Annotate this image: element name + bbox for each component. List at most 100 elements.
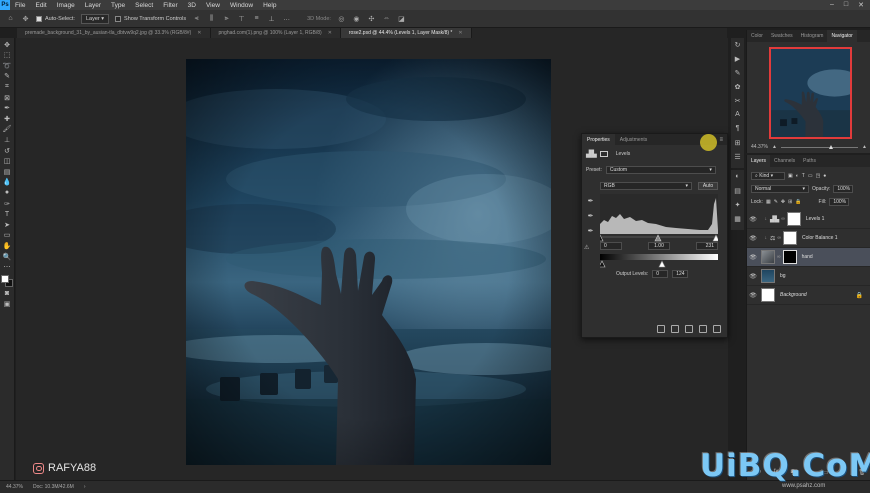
filter-shape-icon[interactable]: ▭ — [808, 173, 813, 179]
frame-tool-icon[interactable]: ⊠ — [2, 93, 13, 102]
tab-color[interactable]: Color — [747, 30, 767, 42]
character-icon[interactable]: A — [733, 110, 742, 119]
filter-pixel-icon[interactable]: ▣ — [788, 173, 793, 179]
layer-row-color-balance[interactable]: 👁 ↓ ⚖ ∞ Color Balance 1 — [747, 229, 870, 248]
clone-source-icon[interactable]: ✂ — [733, 96, 742, 105]
quick-select-tool-icon[interactable]: ✎ — [2, 72, 13, 81]
menu-file[interactable]: File — [10, 2, 30, 9]
lock-all-icon[interactable]: 🔒 — [795, 199, 801, 205]
auto-select-target-dropdown[interactable]: Layer ▾ — [80, 13, 110, 24]
input-white-field[interactable]: 231 — [696, 242, 718, 250]
lock-icon[interactable]: 🔒 — [856, 292, 863, 299]
clipping-warning-icon[interactable]: ⚠ — [584, 244, 589, 251]
brush-settings-icon[interactable]: ✎ — [733, 68, 742, 77]
output-black-field[interactable]: 0 — [652, 270, 669, 278]
maximize-icon[interactable]: □ — [844, 1, 848, 9]
minimize-icon[interactable]: – — [830, 1, 834, 9]
status-arrow-icon[interactable]: › — [84, 484, 86, 490]
tab-swatches[interactable]: Swatches — [767, 30, 797, 42]
zoom-slider[interactable] — [780, 144, 859, 149]
align-bottom-icon[interactable]: ⊥ — [267, 14, 276, 23]
view-previous-state-icon[interactable] — [671, 325, 679, 333]
black-point-eyedropper-icon[interactable]: ✒ — [586, 196, 595, 205]
roll-3d-icon[interactable]: ◉ — [352, 14, 361, 23]
layer-name[interactable]: Background — [780, 292, 807, 298]
lock-position-icon[interactable]: ✥ — [781, 199, 785, 205]
auto-select-checkbox[interactable]: Auto-Select: — [36, 15, 75, 22]
status-doc-size[interactable]: Doc: 10.3M/42.6M — [33, 484, 74, 490]
visibility-icon[interactable] — [699, 325, 707, 333]
glyphs-icon[interactable]: ⊞ — [733, 138, 742, 147]
pan-3d-icon[interactable]: ✣ — [367, 14, 376, 23]
tab-adjustments[interactable]: Adjustments — [615, 134, 653, 145]
orbit-3d-icon[interactable]: ◎ — [337, 14, 346, 23]
layer-mask-thumbnail[interactable] — [782, 250, 797, 264]
layer-thumbnail[interactable] — [761, 250, 775, 264]
input-black-field[interactable]: 0 — [600, 242, 622, 250]
visibility-eye-icon[interactable]: 👁 — [747, 254, 759, 261]
tab-navigator[interactable]: Navigator — [827, 30, 857, 42]
path-selection-tool-icon[interactable]: ➤ — [2, 220, 13, 229]
screen-mode-icon[interactable]: ▣ — [2, 299, 13, 308]
lock-pixels-icon[interactable]: ✎ — [774, 199, 778, 205]
close-icon[interactable]: ✕ — [858, 1, 864, 9]
visibility-eye-icon[interactable]: 👁 — [747, 216, 759, 223]
white-point-eyedropper-icon[interactable]: ✒ — [586, 226, 595, 235]
tab-document-2[interactable]: pnghad.com(1).png @ 100% (Layer 1, RGB/8… — [210, 28, 341, 38]
navigator-preview[interactable] — [769, 47, 852, 139]
blur-tool-icon[interactable]: 💧 — [2, 178, 13, 187]
libraries-icon[interactable]: ▤ — [733, 186, 742, 195]
input-levels-slider[interactable] — [600, 234, 718, 242]
layer-row-bg[interactable]: 👁 bg — [747, 267, 870, 286]
close-tab-icon[interactable]: ✕ — [458, 30, 462, 36]
foreground-color-swatch[interactable] — [1, 275, 9, 284]
gradient-tool-icon[interactable]: ▤ — [2, 167, 13, 176]
layer-thumbnail[interactable] — [761, 288, 775, 302]
link-chain-icon[interactable]: ∞ — [781, 216, 785, 222]
tab-histogram[interactable]: Histogram — [797, 30, 828, 42]
tab-layers[interactable]: Layers — [747, 155, 771, 167]
history-icon[interactable]: ↻ — [733, 40, 742, 49]
menu-view[interactable]: View — [201, 2, 225, 9]
quick-mask-icon[interactable]: ◙ — [2, 288, 13, 297]
more-options-icon[interactable]: … — [282, 14, 291, 23]
zoom-slider-handle[interactable] — [828, 144, 833, 149]
marquee-tool-icon[interactable]: ⬚ — [2, 51, 13, 60]
shape-tool-icon[interactable]: ▭ — [2, 231, 13, 240]
menu-layer[interactable]: Layer — [80, 2, 106, 9]
layer-name[interactable]: hand — [802, 254, 813, 260]
preset-dropdown[interactable]: Custom ▾ — [605, 166, 716, 174]
align-middle-icon[interactable]: ≡ — [252, 14, 261, 23]
channel-dropdown[interactable]: RGB ▾ — [600, 182, 692, 190]
layer-row-hand[interactable]: 👁 ∞ hand — [747, 248, 870, 267]
input-gamma-field[interactable]: 1.00 — [648, 242, 670, 250]
link-chain-icon[interactable]: ∞ — [777, 254, 781, 260]
menu-select[interactable]: Select — [130, 2, 158, 9]
tab-document-1[interactable]: premade_background_31_by_ausian-tla_dbtv… — [17, 28, 211, 38]
lasso-tool-icon[interactable]: ➰ — [2, 61, 13, 70]
delete-adjustment-icon[interactable] — [713, 325, 721, 333]
clone-stamp-tool-icon[interactable]: ⊥ — [2, 135, 13, 144]
move-tool-icon[interactable]: ✥ — [21, 14, 30, 23]
zoom-in-icon[interactable]: ▲ — [862, 144, 867, 150]
opacity-field[interactable]: 100% — [833, 185, 854, 193]
type-tool-icon[interactable]: T — [2, 210, 13, 219]
filter-toggle-icon[interactable]: ● — [823, 173, 826, 179]
layer-row-levels[interactable]: 👁 ↓ ▟▙ ∞ Levels 1 — [747, 210, 870, 229]
paragraph-icon[interactable]: ¶ — [733, 124, 742, 133]
lock-artboard-icon[interactable]: ⊞ — [788, 199, 792, 205]
lock-transparent-icon[interactable]: ▦ — [766, 199, 771, 205]
zoom-tool-icon[interactable]: 🔍 — [2, 252, 13, 261]
close-tab-icon[interactable]: ✕ — [197, 30, 201, 36]
panel-menu-icon[interactable]: ≡ — [719, 137, 723, 143]
crop-tool-icon[interactable]: ⌗ — [2, 82, 13, 91]
styles-icon[interactable]: ✦ — [733, 200, 742, 209]
menu-type[interactable]: Type — [106, 2, 130, 9]
tab-channels[interactable]: Channels — [770, 155, 799, 167]
menu-filter[interactable]: Filter — [158, 2, 182, 9]
history-brush-tool-icon[interactable]: ↺ — [2, 146, 13, 155]
tab-properties[interactable]: Properties — [582, 134, 615, 145]
more-tools-icon[interactable]: ⋯ — [2, 262, 13, 271]
show-transform-checkbox[interactable]: Show Transform Controls — [115, 15, 186, 22]
fill-field[interactable]: 100% — [829, 198, 850, 206]
